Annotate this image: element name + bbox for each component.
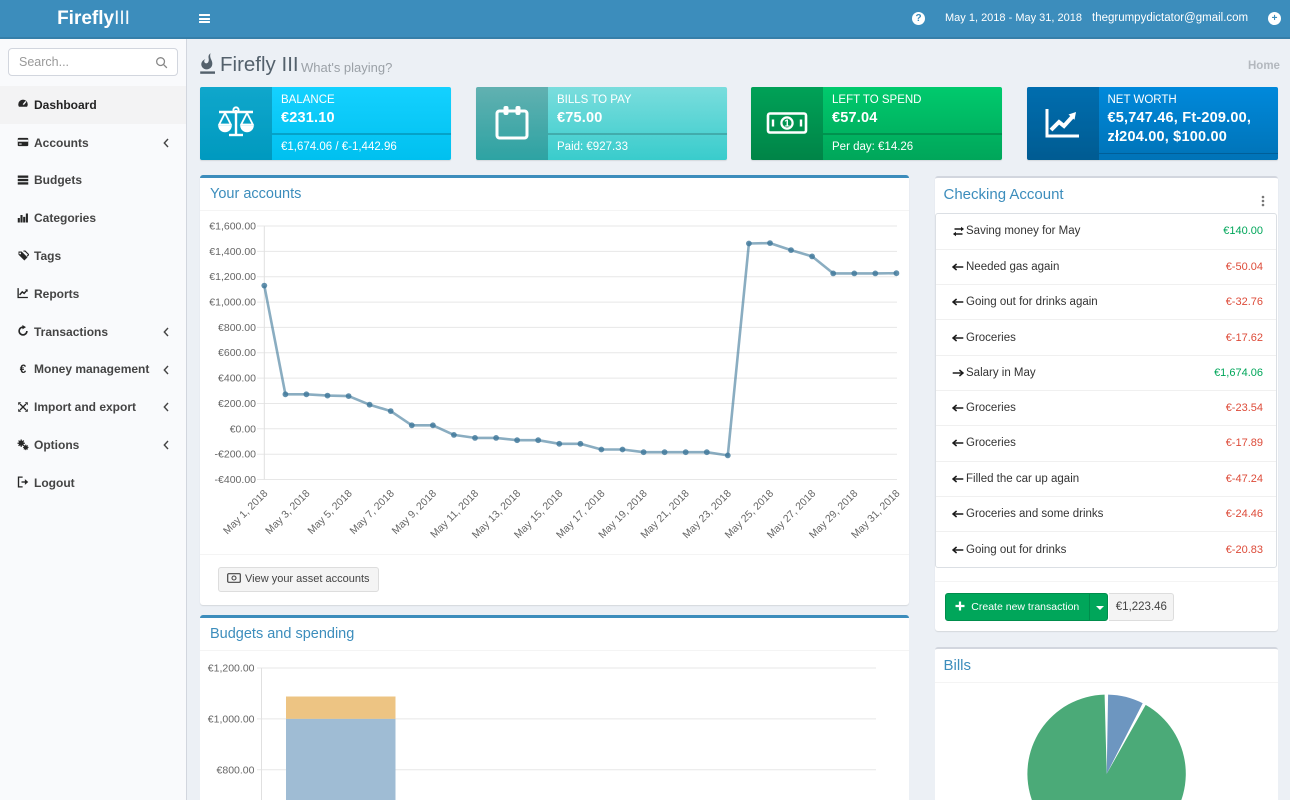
svg-text:€800.00: €800.00 (218, 321, 256, 333)
svg-text:€800.00: €800.00 (217, 764, 255, 776)
svg-text:€200.00: €200.00 (218, 398, 256, 410)
svg-text:€0.00: €0.00 (230, 423, 256, 435)
svg-text:1: 1 (784, 119, 790, 130)
svg-text:-€200.00: -€200.00 (215, 448, 257, 460)
svg-text:€400.00: €400.00 (218, 372, 256, 384)
svg-text:€600.00: €600.00 (218, 347, 256, 359)
svg-text:€1,200.00: €1,200.00 (208, 662, 255, 674)
svg-text:€1,600.00: €1,600.00 (209, 220, 256, 232)
svg-text:€1,000.00: €1,000.00 (209, 296, 256, 308)
svg-text:-€400.00: -€400.00 (215, 474, 257, 486)
svg-text:€1,400.00: €1,400.00 (209, 245, 256, 257)
svg-text:€1,000.00: €1,000.00 (208, 713, 255, 725)
svg-text:€: € (20, 363, 27, 375)
svg-text:€1,200.00: €1,200.00 (209, 271, 256, 283)
